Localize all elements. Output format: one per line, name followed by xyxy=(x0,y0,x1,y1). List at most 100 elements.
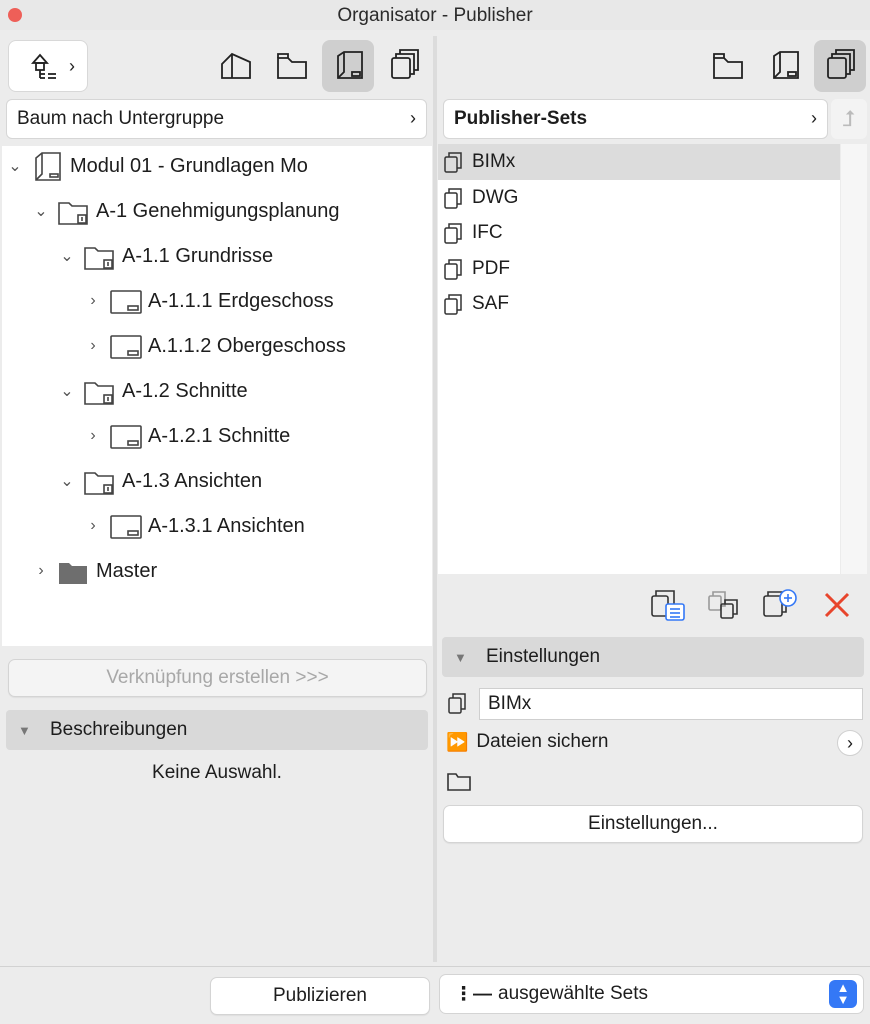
chevron-right-icon[interactable]: › xyxy=(82,427,104,445)
no-selection-text: Keine Auswahl. xyxy=(152,762,282,783)
layout-icon xyxy=(110,290,142,314)
chevron-right-icon[interactable]: › xyxy=(82,337,104,355)
descriptions-header-label: Beschreibungen xyxy=(50,719,188,740)
tree-item[interactable]: › A-1.2.1 Schnitte xyxy=(82,416,290,456)
publisher-set-item[interactable]: PDF xyxy=(438,251,840,287)
tree-item-label: A-1.3 Ansichten xyxy=(122,469,263,492)
tree-item[interactable]: ⌄ A-1.2 Schnitte xyxy=(56,371,248,411)
duplicate-set-button[interactable] xyxy=(705,588,741,624)
chevron-right-icon: › xyxy=(69,55,75,76)
tree-item[interactable]: ⌄ A-1.3 Ansichten xyxy=(56,461,262,501)
browse-folder-button[interactable] xyxy=(446,770,472,792)
publisher-sets-button[interactable] xyxy=(378,40,430,92)
tree-item[interactable]: › A.1.1.2 Obergeschoss xyxy=(82,326,346,366)
publisher-set-item[interactable]: DWG xyxy=(438,180,840,216)
save-files-options-button[interactable]: › xyxy=(837,730,863,756)
publisher-set-icon xyxy=(446,690,470,716)
fast-forward-icon: ⏩ xyxy=(446,731,469,752)
tree-item[interactable]: › A-1.1.1 Erdgeschoss xyxy=(82,281,334,321)
publisher-sets-icon xyxy=(827,49,855,79)
publish-mode-label: ausgewählte Sets xyxy=(498,983,648,1004)
folder-icon xyxy=(84,247,114,270)
publisher-set-item[interactable]: IFC xyxy=(438,215,840,251)
chevron-right-icon[interactable]: › xyxy=(82,292,104,310)
tree-view-dropdown-label: Baum nach Untergruppe xyxy=(17,108,225,129)
delete-set-button[interactable] xyxy=(820,588,854,622)
project-map-button[interactable] xyxy=(210,40,262,92)
chevron-right-icon[interactable]: › xyxy=(30,562,52,580)
list-scrollbar[interactable] xyxy=(841,144,867,574)
save-files-label: Dateien sichern xyxy=(476,731,609,752)
new-set-button[interactable] xyxy=(760,586,800,624)
window-title: Organisator - Publisher xyxy=(337,5,533,26)
tree-item-label: Master xyxy=(96,559,158,582)
layout-book-button[interactable] xyxy=(322,40,374,92)
layout-book-icon xyxy=(773,51,799,79)
chevron-down-icon[interactable]: ⌄ xyxy=(4,156,26,176)
save-files-row: ⏩ Dateien sichern xyxy=(446,731,608,753)
publisher-set-label: DWG xyxy=(472,187,519,208)
view-map-button[interactable] xyxy=(266,40,318,92)
project-map-icon xyxy=(221,52,251,79)
book-icon xyxy=(35,152,61,181)
publisher-sets-icon xyxy=(391,49,419,79)
right-view-map-button[interactable] xyxy=(702,40,754,92)
duplicate-set-icon xyxy=(708,591,738,619)
tree-item-label: A-1.2.1 Schnitte xyxy=(148,424,291,447)
pane-splitter[interactable] xyxy=(433,36,437,962)
tree-item[interactable]: ⌄ Modul 01 - Grundlagen Mo xyxy=(4,146,308,186)
publish-button[interactable]: Publizieren xyxy=(210,977,430,1015)
tree-item-label: A-1.1.1 Erdgeschoss xyxy=(148,289,334,312)
publish-mode-select[interactable]: ⋮— ausgewählte Sets ▲ ▼ xyxy=(439,974,864,1014)
layout-icon xyxy=(110,515,142,539)
publisher-set-item[interactable]: BIMx xyxy=(438,144,840,180)
tree-item-label: A-1.1 Grundrisse xyxy=(122,244,274,267)
footer-divider xyxy=(0,966,870,967)
navigator-options-button[interactable]: › xyxy=(8,40,88,92)
new-set-icon xyxy=(763,589,797,617)
tree-item[interactable]: › A-1.3.1 Ansichten xyxy=(82,506,305,546)
chevron-down-icon[interactable]: ⌄ xyxy=(56,381,78,401)
layout-icon xyxy=(110,425,142,449)
settings-button[interactable]: Einstellungen... xyxy=(443,805,863,843)
publisher-set-label: SAF xyxy=(472,293,509,314)
settings-header-label: Einstellungen xyxy=(486,646,601,667)
folder-icon xyxy=(58,202,88,225)
folder-icon xyxy=(84,472,114,495)
right-publisher-sets-button[interactable] xyxy=(814,40,866,92)
folder-icon xyxy=(84,382,114,405)
triangle-down-icon: ▼ xyxy=(18,722,31,738)
publisher-sets-dropdown[interactable]: Publisher-Sets › xyxy=(443,99,828,139)
list-dash-icon: ⋮— xyxy=(454,983,492,1005)
publisher-set-label: BIMx xyxy=(472,151,516,172)
up-level-button[interactable]: ⮥ xyxy=(831,99,867,139)
tree-item[interactable]: ⌄ A-1.1 Grundrisse xyxy=(56,236,273,276)
publisher-set-item[interactable]: SAF xyxy=(438,286,840,322)
settings-section-header[interactable]: ▼ Einstellungen xyxy=(442,637,864,677)
dark-folder-icon xyxy=(59,563,87,584)
navigator-tree-icon xyxy=(31,53,56,79)
set-properties-button[interactable] xyxy=(648,586,688,624)
layout-icon xyxy=(110,335,142,359)
chevron-down-icon[interactable]: ⌄ xyxy=(56,246,78,266)
set-properties-icon xyxy=(651,590,685,621)
create-link-button[interactable]: Verknüpfung erstellen >>> xyxy=(8,659,427,697)
tree-item-label: Modul 01 - Grundlagen Mo xyxy=(70,154,308,177)
tree-view-dropdown[interactable]: Baum nach Untergruppe › xyxy=(6,99,427,139)
descriptions-section-header[interactable]: ▼ Beschreibungen xyxy=(6,710,428,750)
publisher-set-icon xyxy=(444,152,462,173)
chevron-right-icon[interactable]: › xyxy=(82,517,104,535)
set-name-field[interactable]: BIMx xyxy=(479,688,863,720)
publisher-set-label: PDF xyxy=(472,258,510,279)
view-map-icon xyxy=(713,53,743,79)
delete-icon xyxy=(824,592,850,618)
title-bar: Organisator - Publisher xyxy=(0,0,870,30)
view-map-icon xyxy=(277,53,307,79)
right-layout-book-button[interactable] xyxy=(758,40,810,92)
chevron-down-icon[interactable]: ⌄ xyxy=(56,471,78,491)
tree-item[interactable]: ⌄ A-1 Genehmigungsplanung xyxy=(30,191,340,231)
chevron-down-icon[interactable]: ⌄ xyxy=(30,201,52,221)
publisher-set-icon xyxy=(444,294,462,315)
layout-book-icon xyxy=(337,51,363,79)
tree-item[interactable]: › Master xyxy=(30,551,157,591)
